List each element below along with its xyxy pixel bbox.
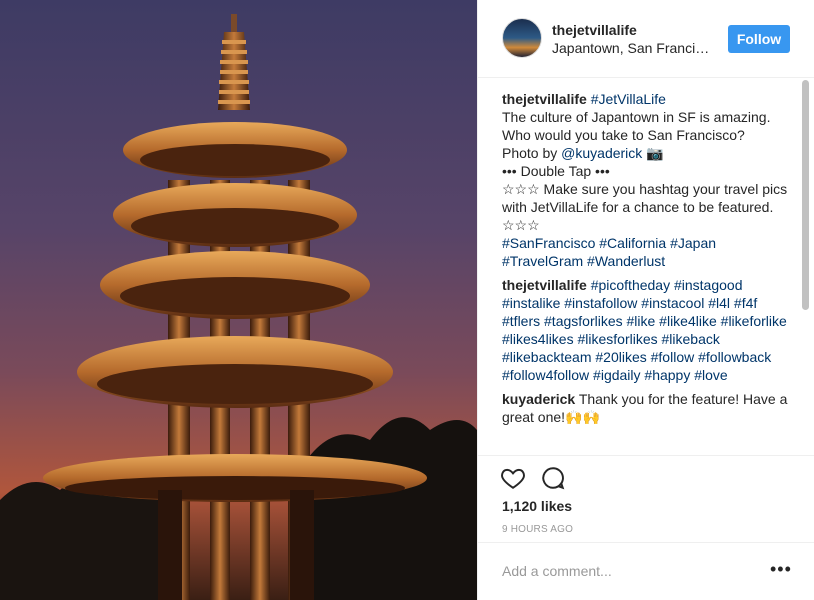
reply-comment: kuyaderick Thank you for the feature! Ha… — [502, 390, 798, 426]
follow-button[interactable]: Follow — [728, 25, 790, 53]
post-timestamp[interactable]: 9 HOURS AGO — [502, 524, 573, 535]
instagram-post: thejetvillalife Japantown, San Francisco… — [0, 0, 814, 600]
double-tap-text: ••• Double Tap ••• — [502, 163, 610, 179]
post-photo[interactable] — [0, 0, 477, 600]
likes-count[interactable]: 1,120 likes — [502, 498, 572, 514]
post-side-panel: thejetvillalife Japantown, San Francisco… — [477, 0, 814, 600]
add-comment-input[interactable] — [502, 561, 752, 581]
avatar[interactable] — [502, 18, 542, 58]
hashtag-link[interactable]: #JetVillaLife — [591, 91, 666, 107]
post-username[interactable]: thejetvillalife — [552, 22, 637, 38]
hashtag-links[interactable]: #SanFrancisco #California #Japan #Travel… — [502, 235, 716, 269]
comments-scrollbar[interactable] — [802, 80, 810, 454]
caption-comment: thejetvillalife #JetVillaLife The cultur… — [502, 90, 798, 270]
caption-text: The culture of Japantown in SF is amazin… — [502, 109, 771, 143]
feature-text: ☆☆☆ Make sure you hashtag your travel pi… — [502, 181, 788, 233]
comment-username[interactable]: thejetvillalife — [502, 277, 587, 293]
post-location[interactable]: Japantown, San Francisco — [552, 40, 712, 56]
mention-link[interactable]: @kuyaderick — [561, 145, 642, 161]
action-bar — [478, 455, 814, 490]
hashtag-comment: thejetvillalife #picoftheday #instagood … — [502, 276, 798, 384]
comment-username[interactable]: kuyaderick — [502, 391, 575, 407]
scrollbar-thumb[interactable] — [802, 80, 809, 310]
heart-icon[interactable] — [500, 465, 526, 491]
add-comment-section: ••• — [478, 542, 814, 600]
more-options-icon[interactable]: ••• — [770, 559, 792, 580]
post-header: thejetvillalife Japantown, San Francisco… — [478, 0, 814, 78]
camera-icon: 📷 — [646, 145, 664, 161]
photo-by-text: Photo by — [502, 145, 562, 161]
comment-username[interactable]: thejetvillalife — [502, 91, 587, 107]
comments-list: thejetvillalife #JetVillaLife The cultur… — [502, 90, 798, 456]
comment-icon[interactable] — [540, 465, 566, 491]
pagoda-image — [0, 14, 477, 600]
